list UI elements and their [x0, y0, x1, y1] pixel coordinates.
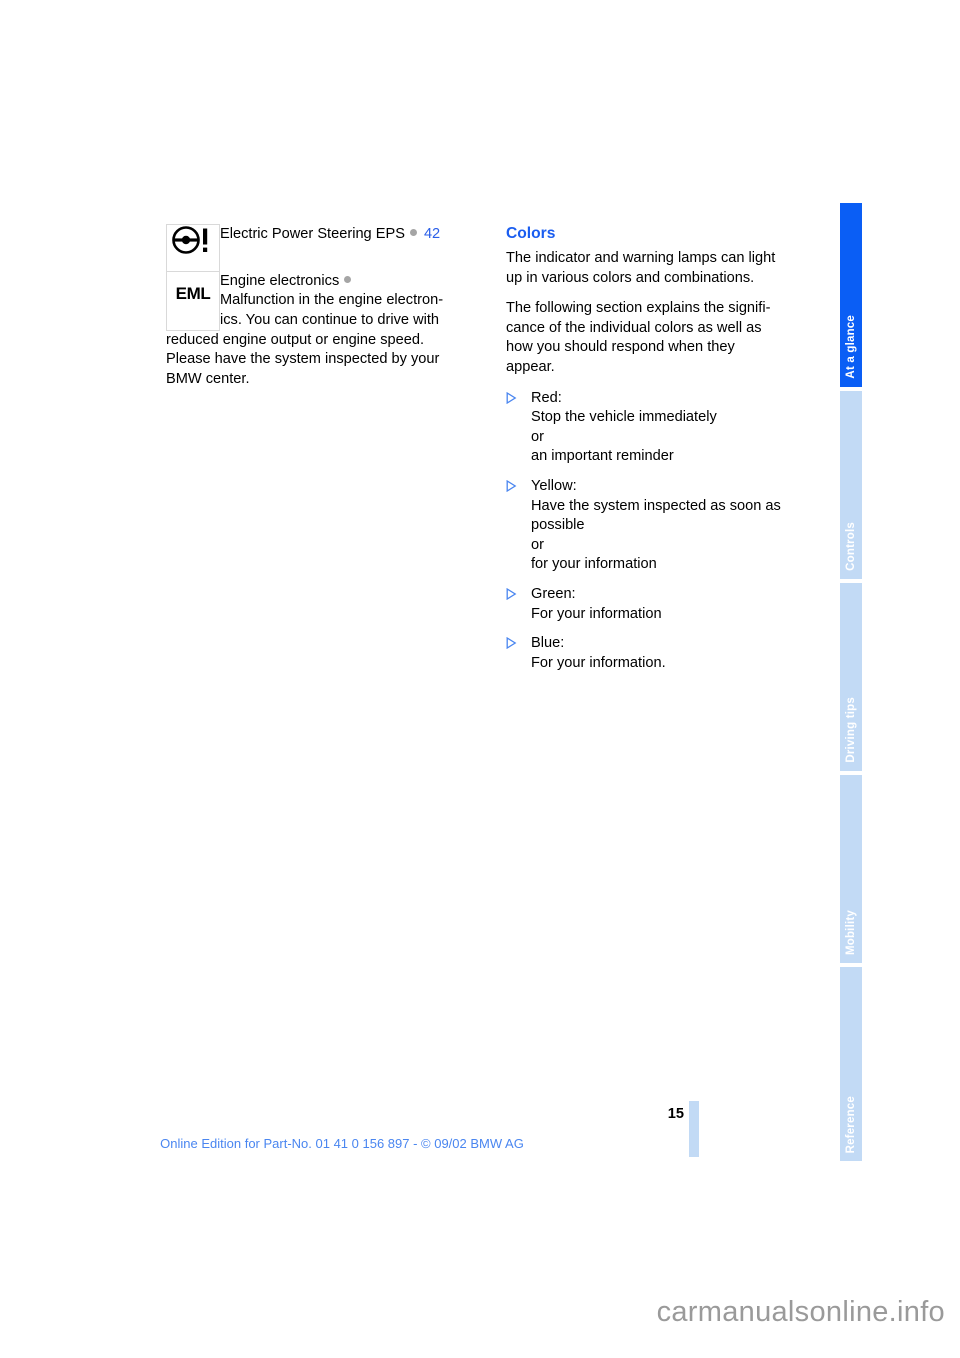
- color-label: Green:: [531, 585, 576, 602]
- sidebar-item-controls[interactable]: Controls: [840, 391, 862, 579]
- page-content: Electric Power Steering EPS 42 EML Engine…: [0, 0, 840, 1280]
- lamp-description-cell: Electric Power Steering EPS 42: [220, 225, 466, 272]
- eml-icon-label: EML: [175, 284, 211, 303]
- eml-engine-electronics-icon: EML: [166, 271, 220, 331]
- sidebar-item-label: Driving tips: [845, 697, 857, 763]
- steering-wheel-warning-icon: [166, 224, 220, 272]
- color-alt-action: an important reminder: [531, 448, 674, 465]
- lamp-bullet-dot: [409, 228, 417, 236]
- page-reference-link[interactable]: 42: [424, 226, 440, 242]
- table-row: EML Engine electronics Malfunction in th…: [166, 271, 466, 331]
- chapter-tab-rail: At a glance Controls Driving tips Mobili…: [840, 203, 862, 1161]
- page-title: Colors: [506, 225, 556, 242]
- color-action: For your information.: [531, 654, 666, 671]
- sidebar-item-at-a-glance[interactable]: At a glance: [840, 203, 862, 387]
- lamp-detail-text: Malfunction in the engine electron-ics. …: [220, 292, 444, 328]
- sidebar-item-driving-tips[interactable]: Driving tips: [840, 583, 862, 771]
- footer-edition-note: Online Edition for Part-No. 01 41 0 156 …: [160, 1136, 524, 1151]
- intro-paragraph-1: The indicator and warning lamps can ligh…: [506, 250, 776, 286]
- sidebar-item-reference[interactable]: Reference: [840, 967, 862, 1161]
- left-column: Electric Power Steering EPS 42 EML Engine…: [166, 224, 466, 390]
- list-item: Green: For your information: [506, 585, 796, 624]
- lamp-name-label: Engine electronics: [220, 272, 340, 289]
- list-item: Red: Stop the vehicle immediately or an …: [506, 389, 796, 467]
- color-meaning-list: Red: Stop the vehicle immediately or an …: [506, 389, 796, 674]
- lamp-detail-continuation: reduced engine output or engine speed. Pl…: [166, 331, 440, 387]
- triangle-bullet-icon: [506, 637, 517, 650]
- color-conjunction: or: [531, 536, 544, 553]
- lamp-description-cell: Engine electronics Malfunction in the en…: [220, 272, 466, 331]
- color-action: For your information: [531, 605, 662, 622]
- color-label: Yellow:: [531, 477, 577, 494]
- color-action: Have the system inspected as soon as poss…: [531, 497, 781, 534]
- manual-page-sheet: Electric Power Steering EPS 42 EML Engine…: [0, 0, 960, 1280]
- color-alt-action: for your information: [531, 556, 657, 573]
- page-number: 15: [667, 1106, 684, 1122]
- sidebar-item-label: Controls: [845, 522, 857, 571]
- lamp-bullet-dot: [344, 275, 352, 283]
- triangle-bullet-icon: [506, 479, 517, 492]
- right-column: Colors The indicator and warning lamps c…: [506, 224, 796, 683]
- list-item: Blue: For your information.: [506, 634, 796, 673]
- triangle-bullet-icon: [506, 391, 517, 404]
- lamp-name-label: Electric Power Steering EPS: [220, 225, 405, 242]
- sidebar-item-label: At a glance: [845, 315, 857, 379]
- color-label: Red:: [531, 389, 562, 406]
- table-row: Electric Power Steering EPS 42: [166, 224, 466, 272]
- sidebar-item-mobility[interactable]: Mobility: [840, 775, 862, 963]
- list-item: Yellow: Have the system inspected as soo…: [506, 477, 796, 575]
- intro-paragraph-2: The following section explains the signi…: [506, 300, 771, 375]
- site-watermark: carmanualsonline.info: [656, 1296, 945, 1328]
- warning-lamp-table: Electric Power Steering EPS 42 EML Engine…: [166, 224, 466, 331]
- triangle-bullet-icon: [506, 587, 517, 600]
- color-label: Blue:: [531, 635, 565, 652]
- color-conjunction: or: [531, 428, 544, 445]
- sidebar-item-label: Mobility: [845, 909, 857, 955]
- footer-accent-bar: [689, 1101, 699, 1157]
- color-action: Stop the vehicle immediately: [531, 409, 717, 426]
- sidebar-item-label: Reference: [845, 1095, 857, 1153]
